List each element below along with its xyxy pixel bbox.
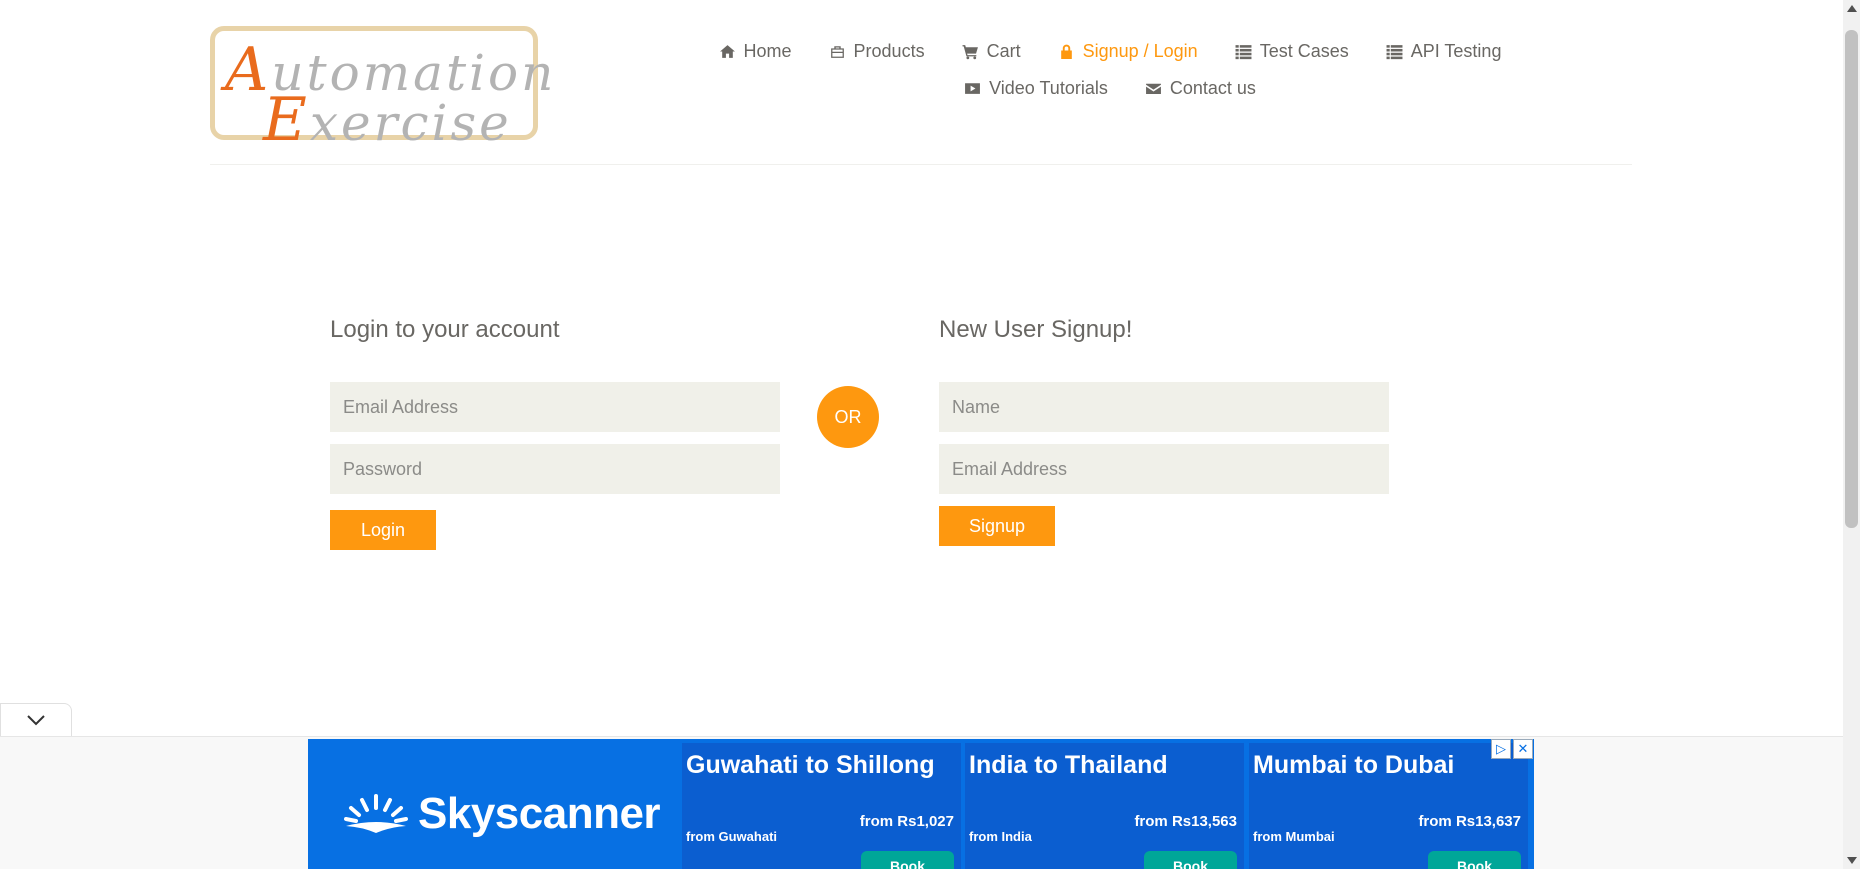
ad-book-button[interactable]: Book [1144, 851, 1237, 869]
login-form: Login to your account Login [330, 316, 780, 550]
ad-book-button[interactable]: Book [861, 851, 954, 869]
ad-route-price: from Rs13,637 [1418, 813, 1521, 830]
ad-route-price: from Rs1,027 [859, 813, 954, 830]
login-password-input[interactable] [330, 444, 780, 494]
or-divider-badge: OR [817, 386, 879, 448]
skyscanner-logo: Skyscanner [344, 789, 661, 839]
list-icon [1235, 44, 1252, 59]
scroll-down-arrow-icon[interactable] [1847, 857, 1857, 864]
site-logo[interactable]: Automation Exercise [210, 26, 553, 155]
nav-api-testing[interactable]: API Testing [1386, 40, 1502, 62]
nav-cart[interactable]: Cart [962, 41, 1021, 62]
nav-api-testing-label: API Testing [1410, 40, 1502, 61]
nav-row-2: Video Tutorials Contact us [700, 73, 1520, 103]
logo-line-2: Exercise [263, 85, 512, 155]
nav-products[interactable]: Products [829, 41, 925, 62]
cart-icon [962, 44, 978, 59]
chevron-down-icon [27, 715, 45, 726]
ad-collapse-tab[interactable] [0, 703, 72, 736]
nav-video-tutorials-label: Video Tutorials [989, 77, 1108, 98]
sunrise-icon [344, 794, 408, 833]
nav-home[interactable]: Home [719, 41, 792, 62]
lock-icon [1060, 44, 1072, 59]
signup-heading: New User Signup! [939, 316, 1133, 343]
ad-route-origin: from Guwahati [686, 829, 778, 844]
signup-name-input[interactable] [939, 382, 1389, 432]
youtube-play-icon [965, 82, 981, 94]
skyscanner-ad-banner[interactable]: Skyscanner Guwahati to Shillong from Rs1… [308, 739, 1534, 869]
ad-route-origin: from India [969, 829, 1032, 844]
nav-test-cases[interactable]: Test Cases [1235, 41, 1349, 62]
adchoices-icon[interactable]: ▷ [1491, 739, 1511, 759]
main-nav: Home Products Cart Signup / Login Test C… [700, 36, 1520, 103]
signup-button[interactable]: Signup [939, 506, 1055, 546]
briefcase-icon [830, 45, 844, 58]
scroll-up-arrow-icon[interactable] [1847, 5, 1857, 12]
logo-text-exercise: xercise [309, 94, 512, 152]
close-icon[interactable]: ✕ [1513, 739, 1533, 759]
ad-route-card[interactable]: Guwahati to Shillong from Rs1,027 from G… [682, 743, 961, 869]
scrollbar-thumb[interactable] [1845, 30, 1858, 528]
nav-signup-login[interactable]: Signup / Login [1058, 41, 1198, 62]
header-divider [210, 164, 1632, 165]
nav-home-label: Home [743, 40, 792, 61]
nav-products-label: Products [853, 40, 925, 61]
nav-video-tutorials[interactable]: Video Tutorials [964, 78, 1108, 99]
ad-route-origin: from Mumbai [1253, 829, 1335, 844]
ad-route-card[interactable]: Mumbai to Dubai from Rs13,637 from Mumba… [1249, 743, 1528, 869]
ad-route-title: India to Thailand [969, 751, 1168, 779]
ad-route-card[interactable]: India to Thailand from Rs13,563 from Ind… [965, 743, 1244, 869]
ad-route-title: Guwahati to Shillong [686, 751, 935, 779]
login-button[interactable]: Login [330, 510, 436, 550]
nav-contact-us-label: Contact us [1169, 77, 1256, 98]
nav-row-1: Home Products Cart Signup / Login Test C… [700, 36, 1520, 66]
signup-email-input[interactable] [939, 444, 1389, 494]
login-heading: Login to your account [330, 316, 560, 343]
ad-controls: ▷ ✕ [1491, 739, 1533, 759]
ad-route-title: Mumbai to Dubai [1253, 751, 1455, 779]
nav-test-cases-label: Test Cases [1259, 40, 1349, 61]
ad-route-price: from Rs13,563 [1134, 813, 1237, 830]
vertical-scrollbar[interactable] [1843, 0, 1860, 869]
nav-cart-label: Cart [986, 40, 1021, 61]
envelope-icon [1145, 83, 1161, 94]
nav-signup-login-label: Signup / Login [1082, 40, 1198, 61]
page: Automation Exercise Home Products Cart S… [0, 0, 1860, 869]
nav-contact-us[interactable]: Contact us [1145, 78, 1256, 99]
signup-form: New User Signup! Signup [939, 316, 1389, 546]
home-icon [719, 44, 735, 58]
list-icon [1386, 44, 1403, 59]
skyscanner-brand-text: Skyscanner [418, 789, 661, 838]
login-email-input[interactable] [330, 382, 780, 432]
ad-book-button[interactable]: Book [1428, 851, 1521, 869]
logo-cap-e: E [263, 85, 310, 155]
